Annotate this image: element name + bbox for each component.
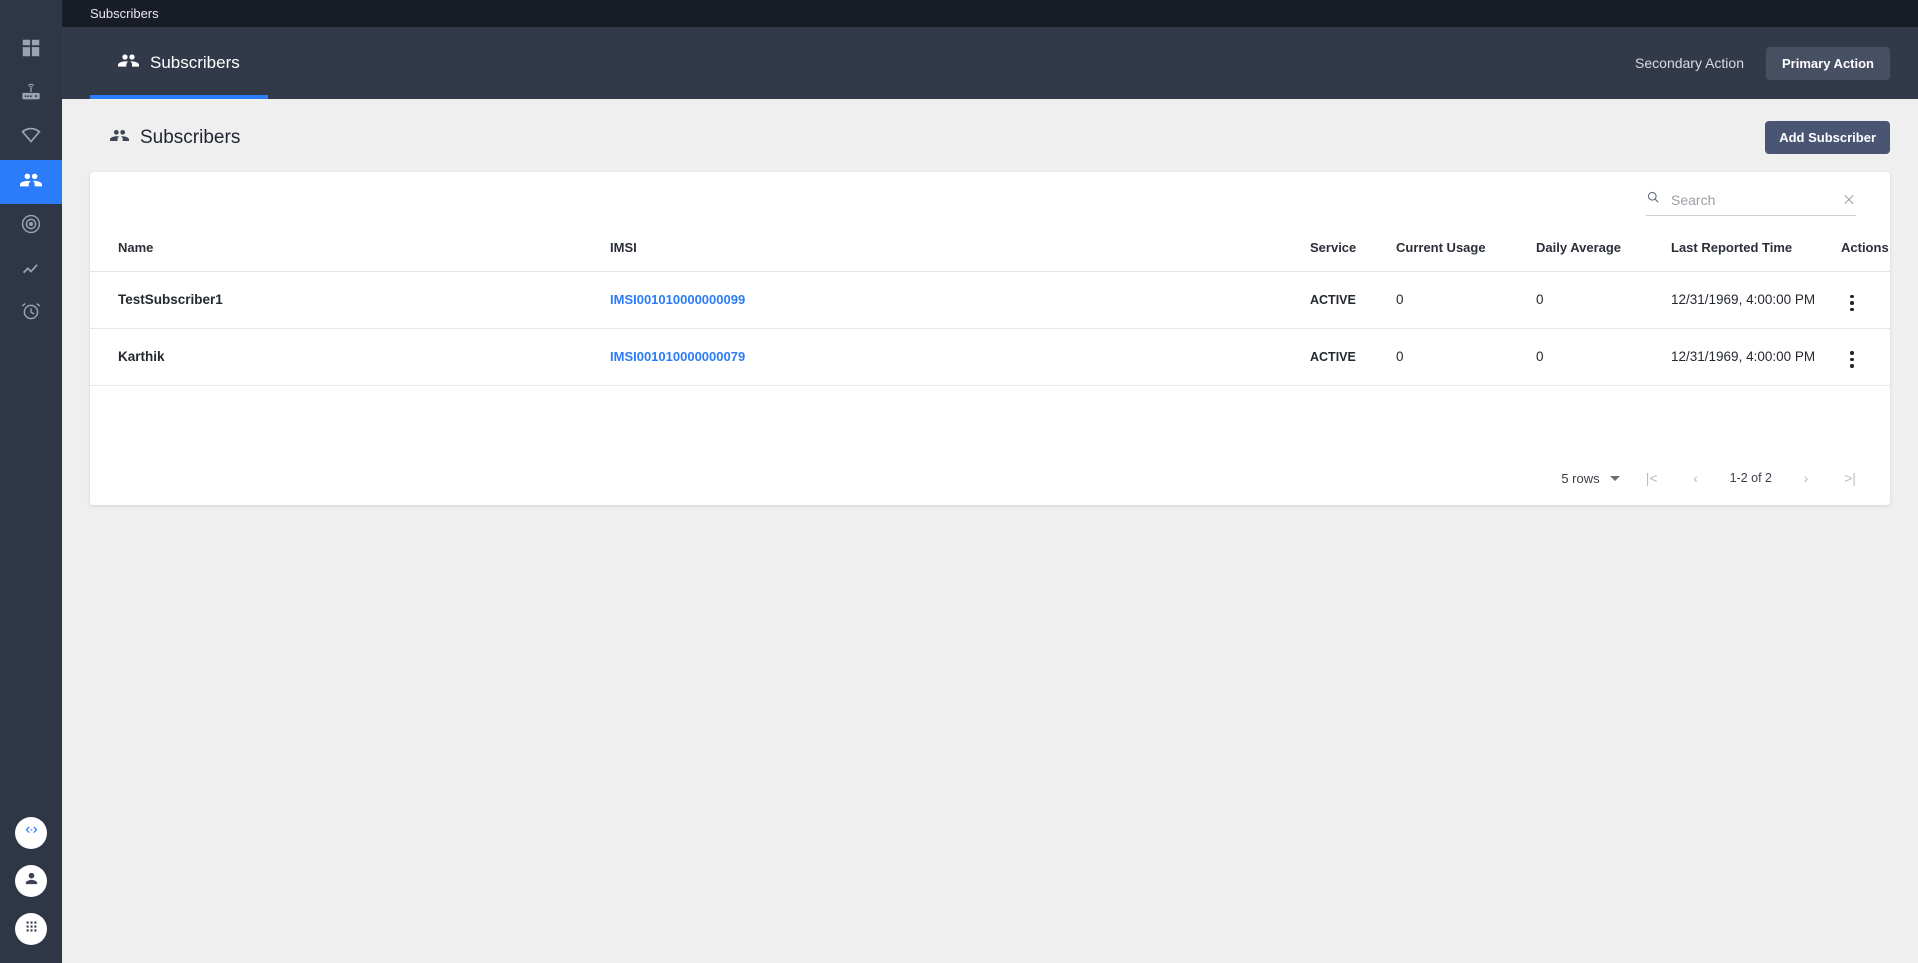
cell-daily-average: 0 bbox=[1536, 272, 1671, 329]
column-header-last-reported: Last Reported Time bbox=[1671, 234, 1841, 272]
imsi-link[interactable]: IMSI001010000000099 bbox=[610, 292, 745, 307]
sidebar-item-metrics[interactable] bbox=[0, 248, 62, 292]
pagination-range: 1-2 of 2 bbox=[1722, 471, 1780, 485]
cell-service: ACTIVE bbox=[1310, 328, 1396, 385]
trending-line-icon bbox=[20, 257, 42, 284]
apps-button[interactable] bbox=[15, 913, 47, 945]
tab-label: Subscribers bbox=[150, 53, 240, 73]
wifi-icon bbox=[20, 125, 42, 152]
cell-imsi: IMSI001010000000079 bbox=[610, 328, 1310, 385]
sidebar-item-subscribers[interactable] bbox=[0, 160, 62, 204]
next-page-button[interactable]: › bbox=[1788, 462, 1824, 494]
people-icon bbox=[110, 126, 129, 150]
search-icon bbox=[1646, 190, 1661, 210]
app-root: Subscribers Subscribers Secondary Action… bbox=[0, 0, 1918, 963]
page-content: Subscribers Add Subscriber bbox=[62, 99, 1918, 963]
table-row[interactable]: TestSubscriber1 IMSI001010000000099 ACTI… bbox=[90, 272, 1890, 329]
primary-action-button[interactable]: Primary Action bbox=[1766, 47, 1890, 80]
add-subscriber-button[interactable]: Add Subscriber bbox=[1765, 121, 1890, 154]
sidebar-item-network[interactable] bbox=[0, 116, 62, 160]
table-header-row: Name IMSI Service Current Usage Daily Av… bbox=[90, 234, 1890, 272]
secondary-action-button[interactable]: Secondary Action bbox=[1635, 55, 1744, 71]
sidebar-primary-nav bbox=[0, 28, 62, 336]
tab-subscribers[interactable]: Subscribers bbox=[90, 27, 268, 99]
page-title: Subscribers bbox=[110, 126, 240, 150]
column-header-name: Name bbox=[90, 234, 610, 272]
sidebar-item-alerts[interactable] bbox=[0, 292, 62, 336]
subscribers-table: Name IMSI Service Current Usage Daily Av… bbox=[90, 234, 1890, 386]
table-row[interactable]: Karthik IMSI001010000000079 ACTIVE 0 0 1… bbox=[90, 328, 1890, 385]
router-icon bbox=[20, 81, 42, 108]
table-empty-space bbox=[90, 386, 1890, 452]
last-page-button[interactable]: >| bbox=[1832, 462, 1868, 494]
card-toolbar bbox=[90, 172, 1890, 234]
column-header-imsi: IMSI bbox=[610, 234, 1310, 272]
rows-per-page-label: 5 rows bbox=[1561, 471, 1599, 486]
dashboard-icon bbox=[20, 37, 42, 64]
cell-name: TestSubscriber1 bbox=[90, 272, 610, 329]
cell-actions bbox=[1841, 328, 1890, 385]
close-icon[interactable] bbox=[1842, 193, 1856, 207]
more-vert-icon[interactable] bbox=[1841, 292, 1863, 314]
account-button[interactable] bbox=[15, 865, 47, 897]
header-tabs: Subscribers bbox=[62, 27, 268, 99]
column-header-actions: Actions bbox=[1841, 234, 1890, 272]
cell-daily-average: 0 bbox=[1536, 328, 1671, 385]
cell-last-reported: 12/31/1969, 4:00:00 PM bbox=[1671, 328, 1841, 385]
breadcrumb-bar: Subscribers bbox=[62, 0, 1918, 27]
subscribers-card: Name IMSI Service Current Usage Daily Av… bbox=[90, 172, 1890, 505]
header-actions: Secondary Action Primary Action bbox=[1635, 47, 1890, 80]
apps-grid-icon bbox=[23, 918, 40, 940]
column-header-current-usage: Current Usage bbox=[1396, 234, 1536, 272]
api-button[interactable] bbox=[15, 817, 47, 849]
sidebar-bottom-nav bbox=[0, 817, 62, 945]
radio-tower-icon bbox=[20, 213, 42, 240]
cell-last-reported: 12/31/1969, 4:00:00 PM bbox=[1671, 272, 1841, 329]
content-header: Subscribers Add Subscriber bbox=[90, 121, 1890, 154]
people-icon bbox=[20, 169, 42, 196]
cell-current-usage: 0 bbox=[1396, 272, 1536, 329]
search-box[interactable] bbox=[1646, 190, 1856, 216]
cell-current-usage: 0 bbox=[1396, 328, 1536, 385]
rows-per-page-select[interactable]: 5 rows bbox=[1555, 467, 1625, 490]
chevron-down-icon bbox=[1610, 476, 1620, 481]
first-page-button[interactable]: |< bbox=[1634, 462, 1670, 494]
app-header: Subscribers Secondary Action Primary Act… bbox=[62, 27, 1918, 99]
more-vert-icon[interactable] bbox=[1841, 349, 1863, 371]
alarm-clock-icon bbox=[20, 301, 42, 328]
search-input[interactable] bbox=[1671, 192, 1832, 208]
account-circle-icon bbox=[23, 870, 40, 892]
sidebar-item-equipment[interactable] bbox=[0, 72, 62, 116]
people-icon bbox=[118, 50, 139, 76]
code-brackets-icon bbox=[23, 822, 40, 844]
cell-service: ACTIVE bbox=[1310, 272, 1396, 329]
cell-name: Karthik bbox=[90, 328, 610, 385]
table-body: TestSubscriber1 IMSI001010000000099 ACTI… bbox=[90, 272, 1890, 386]
sidebar-item-radio[interactable] bbox=[0, 204, 62, 248]
column-header-service: Service bbox=[1310, 234, 1396, 272]
prev-page-button[interactable]: ‹ bbox=[1678, 462, 1714, 494]
sidebar bbox=[0, 0, 62, 963]
breadcrumb[interactable]: Subscribers bbox=[90, 6, 159, 21]
sidebar-item-dashboard[interactable] bbox=[0, 28, 62, 72]
column-header-daily-average: Daily Average bbox=[1536, 234, 1671, 272]
page-title-label: Subscribers bbox=[140, 127, 240, 149]
pagination-bar: 5 rows |< ‹ 1-2 of 2 › >| bbox=[90, 451, 1890, 505]
imsi-link[interactable]: IMSI001010000000079 bbox=[610, 349, 745, 364]
main-column: Subscribers Subscribers Secondary Action… bbox=[62, 0, 1918, 963]
cell-imsi: IMSI001010000000099 bbox=[610, 272, 1310, 329]
table-head: Name IMSI Service Current Usage Daily Av… bbox=[90, 234, 1890, 272]
cell-actions bbox=[1841, 272, 1890, 329]
